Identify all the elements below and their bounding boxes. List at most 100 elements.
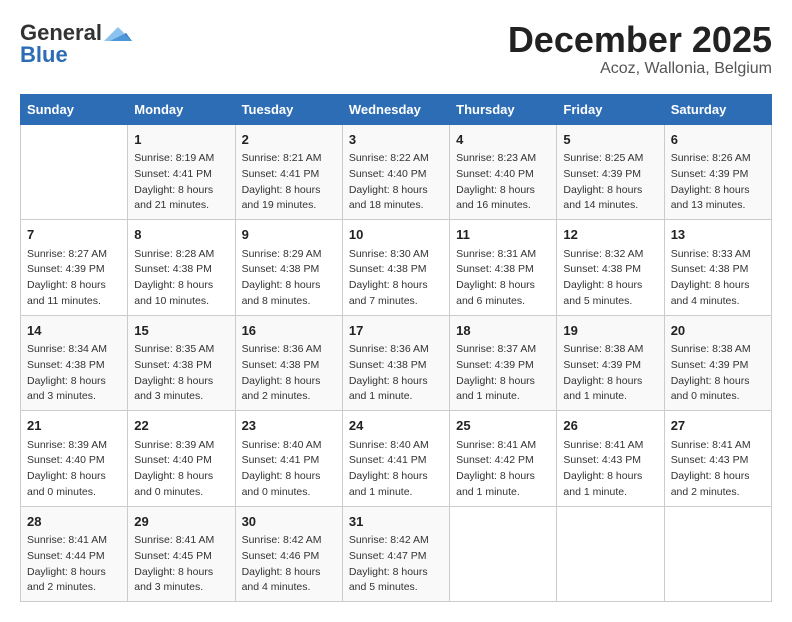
- calendar-week-row: 14Sunrise: 8:34 AMSunset: 4:38 PMDayligh…: [21, 315, 772, 411]
- cell-info: Sunrise: 8:23 AMSunset: 4:40 PMDaylight:…: [456, 151, 550, 214]
- day-number: 8: [134, 225, 228, 245]
- calendar-week-row: 21Sunrise: 8:39 AMSunset: 4:40 PMDayligh…: [21, 411, 772, 507]
- calendar-cell: 18Sunrise: 8:37 AMSunset: 4:39 PMDayligh…: [450, 315, 557, 411]
- cell-info: Sunrise: 8:39 AMSunset: 4:40 PMDaylight:…: [27, 438, 121, 501]
- calendar-cell: 6Sunrise: 8:26 AMSunset: 4:39 PMDaylight…: [664, 124, 771, 220]
- day-number: 12: [563, 225, 657, 245]
- calendar-cell: 16Sunrise: 8:36 AMSunset: 4:38 PMDayligh…: [235, 315, 342, 411]
- calendar-cell: 20Sunrise: 8:38 AMSunset: 4:39 PMDayligh…: [664, 315, 771, 411]
- calendar-cell: 9Sunrise: 8:29 AMSunset: 4:38 PMDaylight…: [235, 220, 342, 316]
- logo-icon: [104, 23, 132, 43]
- day-number: 27: [671, 416, 765, 436]
- calendar-cell: 12Sunrise: 8:32 AMSunset: 4:38 PMDayligh…: [557, 220, 664, 316]
- header-tuesday: Tuesday: [235, 94, 342, 124]
- cell-info: Sunrise: 8:42 AMSunset: 4:47 PMDaylight:…: [349, 533, 443, 596]
- cell-info: Sunrise: 8:33 AMSunset: 4:38 PMDaylight:…: [671, 247, 765, 310]
- cell-info: Sunrise: 8:31 AMSunset: 4:38 PMDaylight:…: [456, 247, 550, 310]
- cell-info: Sunrise: 8:38 AMSunset: 4:39 PMDaylight:…: [563, 342, 657, 405]
- cell-info: Sunrise: 8:40 AMSunset: 4:41 PMDaylight:…: [349, 438, 443, 501]
- cell-info: Sunrise: 8:21 AMSunset: 4:41 PMDaylight:…: [242, 151, 336, 214]
- cell-info: Sunrise: 8:39 AMSunset: 4:40 PMDaylight:…: [134, 438, 228, 501]
- calendar-cell: 21Sunrise: 8:39 AMSunset: 4:40 PMDayligh…: [21, 411, 128, 507]
- day-number: 6: [671, 130, 765, 150]
- day-number: 13: [671, 225, 765, 245]
- day-number: 11: [456, 225, 550, 245]
- cell-info: Sunrise: 8:41 AMSunset: 4:45 PMDaylight:…: [134, 533, 228, 596]
- cell-info: Sunrise: 8:38 AMSunset: 4:39 PMDaylight:…: [671, 342, 765, 405]
- page-subtitle: Acoz, Wallonia, Belgium: [508, 60, 772, 78]
- calendar-cell: 27Sunrise: 8:41 AMSunset: 4:43 PMDayligh…: [664, 411, 771, 507]
- calendar-cell: 5Sunrise: 8:25 AMSunset: 4:39 PMDaylight…: [557, 124, 664, 220]
- page-header: General Blue December 2025 Acoz, Walloni…: [20, 20, 772, 78]
- cell-info: Sunrise: 8:41 AMSunset: 4:44 PMDaylight:…: [27, 533, 121, 596]
- calendar-cell: 13Sunrise: 8:33 AMSunset: 4:38 PMDayligh…: [664, 220, 771, 316]
- calendar-cell: [664, 506, 771, 602]
- day-number: 19: [563, 321, 657, 341]
- header-wednesday: Wednesday: [342, 94, 449, 124]
- cell-info: Sunrise: 8:26 AMSunset: 4:39 PMDaylight:…: [671, 151, 765, 214]
- calendar-cell: 11Sunrise: 8:31 AMSunset: 4:38 PMDayligh…: [450, 220, 557, 316]
- calendar-cell: 24Sunrise: 8:40 AMSunset: 4:41 PMDayligh…: [342, 411, 449, 507]
- calendar-cell: 7Sunrise: 8:27 AMSunset: 4:39 PMDaylight…: [21, 220, 128, 316]
- day-number: 16: [242, 321, 336, 341]
- header-saturday: Saturday: [664, 94, 771, 124]
- calendar-week-row: 28Sunrise: 8:41 AMSunset: 4:44 PMDayligh…: [21, 506, 772, 602]
- day-number: 20: [671, 321, 765, 341]
- cell-info: Sunrise: 8:41 AMSunset: 4:43 PMDaylight:…: [671, 438, 765, 501]
- cell-info: Sunrise: 8:37 AMSunset: 4:39 PMDaylight:…: [456, 342, 550, 405]
- day-number: 10: [349, 225, 443, 245]
- calendar-cell: [450, 506, 557, 602]
- day-number: 3: [349, 130, 443, 150]
- calendar-week-row: 1Sunrise: 8:19 AMSunset: 4:41 PMDaylight…: [21, 124, 772, 220]
- cell-info: Sunrise: 8:27 AMSunset: 4:39 PMDaylight:…: [27, 247, 121, 310]
- day-number: 18: [456, 321, 550, 341]
- day-number: 25: [456, 416, 550, 436]
- cell-info: Sunrise: 8:36 AMSunset: 4:38 PMDaylight:…: [349, 342, 443, 405]
- calendar-cell: 15Sunrise: 8:35 AMSunset: 4:38 PMDayligh…: [128, 315, 235, 411]
- header-thursday: Thursday: [450, 94, 557, 124]
- calendar-cell: 2Sunrise: 8:21 AMSunset: 4:41 PMDaylight…: [235, 124, 342, 220]
- day-number: 30: [242, 512, 336, 532]
- cell-info: Sunrise: 8:25 AMSunset: 4:39 PMDaylight:…: [563, 151, 657, 214]
- calendar-cell: 17Sunrise: 8:36 AMSunset: 4:38 PMDayligh…: [342, 315, 449, 411]
- day-number: 7: [27, 225, 121, 245]
- calendar-cell: 1Sunrise: 8:19 AMSunset: 4:41 PMDaylight…: [128, 124, 235, 220]
- cell-info: Sunrise: 8:41 AMSunset: 4:43 PMDaylight:…: [563, 438, 657, 501]
- header-friday: Friday: [557, 94, 664, 124]
- day-number: 14: [27, 321, 121, 341]
- calendar-cell: 31Sunrise: 8:42 AMSunset: 4:47 PMDayligh…: [342, 506, 449, 602]
- day-number: 28: [27, 512, 121, 532]
- calendar-cell: [21, 124, 128, 220]
- day-number: 26: [563, 416, 657, 436]
- cell-info: Sunrise: 8:30 AMSunset: 4:38 PMDaylight:…: [349, 247, 443, 310]
- cell-info: Sunrise: 8:32 AMSunset: 4:38 PMDaylight:…: [563, 247, 657, 310]
- logo-blue: Blue: [20, 42, 68, 68]
- calendar-cell: 19Sunrise: 8:38 AMSunset: 4:39 PMDayligh…: [557, 315, 664, 411]
- cell-info: Sunrise: 8:35 AMSunset: 4:38 PMDaylight:…: [134, 342, 228, 405]
- day-number: 21: [27, 416, 121, 436]
- day-number: 23: [242, 416, 336, 436]
- calendar-cell: 28Sunrise: 8:41 AMSunset: 4:44 PMDayligh…: [21, 506, 128, 602]
- cell-info: Sunrise: 8:42 AMSunset: 4:46 PMDaylight:…: [242, 533, 336, 596]
- cell-info: Sunrise: 8:28 AMSunset: 4:38 PMDaylight:…: [134, 247, 228, 310]
- calendar-cell: 8Sunrise: 8:28 AMSunset: 4:38 PMDaylight…: [128, 220, 235, 316]
- calendar-cell: 23Sunrise: 8:40 AMSunset: 4:41 PMDayligh…: [235, 411, 342, 507]
- calendar-cell: 3Sunrise: 8:22 AMSunset: 4:40 PMDaylight…: [342, 124, 449, 220]
- cell-info: Sunrise: 8:40 AMSunset: 4:41 PMDaylight:…: [242, 438, 336, 501]
- header-monday: Monday: [128, 94, 235, 124]
- page-title: December 2025: [508, 20, 772, 60]
- calendar-cell: 26Sunrise: 8:41 AMSunset: 4:43 PMDayligh…: [557, 411, 664, 507]
- calendar-week-row: 7Sunrise: 8:27 AMSunset: 4:39 PMDaylight…: [21, 220, 772, 316]
- calendar-cell: [557, 506, 664, 602]
- day-number: 24: [349, 416, 443, 436]
- day-number: 2: [242, 130, 336, 150]
- header-sunday: Sunday: [21, 94, 128, 124]
- calendar-cell: 4Sunrise: 8:23 AMSunset: 4:40 PMDaylight…: [450, 124, 557, 220]
- calendar-cell: 30Sunrise: 8:42 AMSunset: 4:46 PMDayligh…: [235, 506, 342, 602]
- calendar-cell: 29Sunrise: 8:41 AMSunset: 4:45 PMDayligh…: [128, 506, 235, 602]
- day-number: 4: [456, 130, 550, 150]
- calendar-header-row: SundayMondayTuesdayWednesdayThursdayFrid…: [21, 94, 772, 124]
- cell-info: Sunrise: 8:29 AMSunset: 4:38 PMDaylight:…: [242, 247, 336, 310]
- day-number: 15: [134, 321, 228, 341]
- calendar-cell: 14Sunrise: 8:34 AMSunset: 4:38 PMDayligh…: [21, 315, 128, 411]
